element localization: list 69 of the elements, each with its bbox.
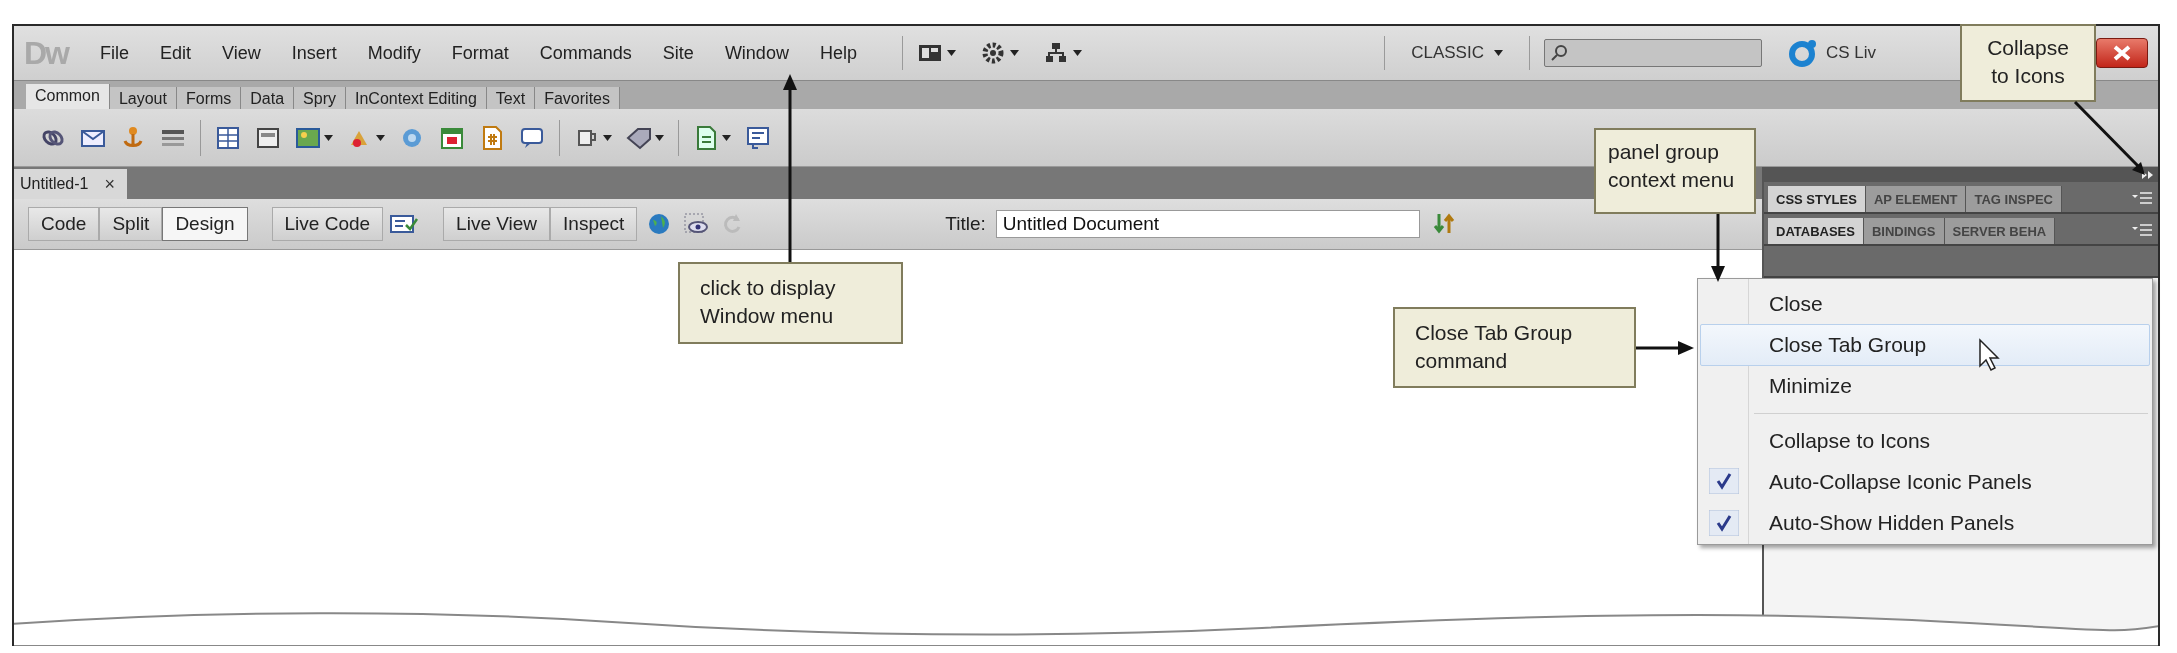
title-field[interactable]: Untitled Document [995,210,1420,238]
menu-item[interactable]: Site [662,42,694,64]
tab-close-icon[interactable]: × [104,173,115,195]
menu-item[interactable]: Auto-Show Hidden Panels [1700,502,2150,545]
live-code-button[interactable]: Live Code [271,207,384,241]
search-field[interactable] [1543,39,1762,67]
leader-arrow [1636,341,1694,355]
menu-item[interactable]: Format [451,42,509,64]
panel-tab[interactable]: AP ELEMENT [1865,186,1967,212]
insert-tab[interactable]: Common [26,84,110,109]
inspect-button[interactable]: Inspect [550,207,638,241]
caret-icon [1493,50,1503,56]
insert-tab[interactable]: InContext Editing [346,87,487,109]
view-button[interactable]: Design [162,207,248,241]
menu-item[interactable]: Window [724,42,789,64]
document-tab[interactable]: Untitled-1 × [14,169,127,199]
panel-tab[interactable]: BINDINGS [1863,218,1945,244]
cs-live-label[interactable]: CS Liv [1825,43,1876,63]
caret-icon [1009,50,1019,56]
caret-icon [946,50,956,56]
options-menu-icon[interactable] [2132,192,2152,204]
menu-item[interactable]: Auto-Collapse Iconic Panels [1700,461,2150,503]
panel-tab[interactable]: SERVER BEHA [1944,218,2056,244]
view-button[interactable]: Code [28,207,100,241]
menu-item[interactable]: File [100,42,129,64]
caret-icon [722,134,731,141]
insert-tab[interactable]: Layout [109,87,177,109]
menu-item[interactable]: Collapse to Icons [1700,420,2150,462]
title-label: Title: [945,213,986,235]
menu-item[interactable]: Minimize [1700,365,2150,408]
callout: Collapse to Icons [1960,24,2096,102]
options-menu-icon[interactable] [2132,224,2152,236]
caret-icon [603,134,612,141]
view-button[interactable]: Split [99,207,163,241]
mouse-pointer-icon [1978,338,2002,372]
menu-item[interactable]: Close Tab Group [1700,324,2150,366]
callout: Close Tab Group command [1393,307,1636,388]
menu-item[interactable]: Close [1700,283,2150,325]
caret-icon [655,134,664,141]
callout: click to display Window menu [678,262,903,344]
menu-item[interactable]: View [222,42,261,64]
panel-tab[interactable]: TAG INSPEC [1966,186,2062,212]
insert-tab[interactable]: Text [486,87,536,109]
menu-item[interactable]: Modify [367,42,421,64]
callout: panel group context menu [1594,128,1756,214]
panel-tab[interactable]: DATABASES [1768,218,1864,244]
close-button[interactable] [2096,38,2148,68]
table-icon[interactable] [215,124,241,151]
close-icon [2113,45,2131,61]
leader-arrow [1711,214,1725,282]
workspace-switcher[interactable]: CLASSIC [1399,43,1515,63]
checkmark-icon [1709,468,1739,495]
menu-item[interactable]: Edit [160,42,192,64]
menu-item[interactable]: Insert [291,42,337,64]
menu-item[interactable]: Commands [539,42,632,64]
caret-icon [1072,50,1082,56]
form-icon[interactable] [745,124,771,151]
caret-icon [376,134,385,141]
caret-icon [324,134,333,141]
insert-tab[interactable]: Data [241,87,295,109]
insert-tab[interactable]: Favorites [535,87,620,109]
live-view-button[interactable]: Live View [443,207,551,241]
menu-item[interactable]: Help [819,42,857,64]
search-icon [1550,44,1569,62]
ring-logo-icon[interactable] [1787,38,1818,68]
insert-tab[interactable]: Forms [176,87,242,109]
checkmark-icon [1709,509,1739,536]
panel-tab[interactable]: CSS STYLES [1768,186,1866,212]
insert-tab[interactable]: Spry [294,87,346,109]
